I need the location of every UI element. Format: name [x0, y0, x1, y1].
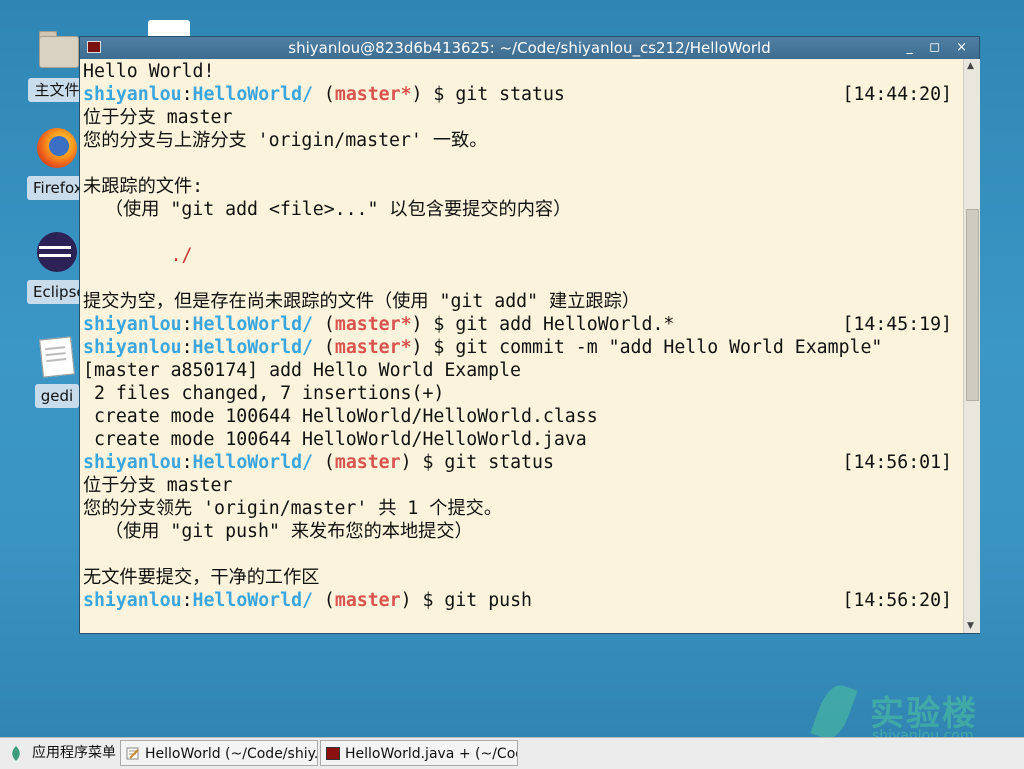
- terminal-line: ./: [170, 245, 193, 266]
- terminal-window[interactable]: shiyanlou@823d6b413625: ~/Code/shiyanlou…: [80, 37, 980, 633]
- folder-icon: [35, 28, 79, 72]
- taskbar-task-terminal[interactable]: HelloWorld.java + (~/Cod...: [320, 740, 518, 766]
- terminal-line: 位于分支 master: [83, 107, 233, 128]
- terminal-icon: [326, 747, 340, 760]
- timestamp: [14:45:19]: [842, 314, 953, 335]
- firefox-icon: [35, 126, 79, 170]
- terminal-icon: [87, 41, 101, 53]
- terminal-line: [master a850174] add Hello World Example: [83, 360, 521, 381]
- leaf-icon: [810, 680, 858, 744]
- app-menu-icon: [12, 746, 20, 761]
- prompt-line: shiyanlou:HelloWorld/ (master) $ git sta…: [83, 452, 953, 473]
- terminal-line: 位于分支 master: [83, 475, 233, 496]
- timestamp: [14:56:01]: [842, 452, 953, 473]
- window-controls[interactable]: _ ◻ ×: [907, 37, 973, 59]
- scroll-down-icon[interactable]: ▼: [967, 621, 974, 631]
- taskbar-task-gedit[interactable]: HelloWorld (~/Code/shiy...: [120, 740, 318, 766]
- terminal-line: create mode 100644 HelloWorld/HelloWorld…: [83, 429, 587, 450]
- terminal-line: 您的分支领先 'origin/master' 共 1 个提交。: [83, 498, 503, 519]
- taskbar: 应用程序菜单 HelloWorld (~/Code/shiy... HelloW…: [0, 737, 1024, 769]
- eclipse-icon: [35, 230, 79, 274]
- terminal-line: create mode 100644 HelloWorld/HelloWorld…: [83, 406, 598, 427]
- terminal-line: （使用 "git add <file>..." 以包含要提交的内容）: [83, 199, 572, 220]
- desktop-icon-home[interactable]: 主文件: [27, 28, 87, 102]
- desktop-icon-gedit[interactable]: gedi: [27, 334, 87, 408]
- desktop-icon-eclipse[interactable]: Eclipse: [27, 230, 92, 304]
- prompt-line: shiyanlou:HelloWorld/ (master*) $ git ad…: [83, 314, 953, 335]
- terminal-line: 2 files changed, 7 insertions(+): [83, 383, 445, 404]
- vertical-scrollbar[interactable]: ▲ ▼: [963, 59, 980, 633]
- prompt-line: shiyanlou:HelloWorld/ (master) $ git pus…: [83, 590, 953, 611]
- prompt-line: shiyanlou:HelloWorld/ (master*) $ git st…: [83, 84, 953, 105]
- terminal-line: （使用 "git push" 来发布您的本地提交）: [83, 521, 473, 542]
- terminal-line: Hello World!: [83, 61, 215, 82]
- terminal-line: 未跟踪的文件:: [83, 176, 204, 197]
- gedit-icon: [35, 334, 79, 378]
- gedit-icon: [126, 747, 139, 760]
- terminal-line: 无文件要提交，干净的工作区: [83, 567, 320, 588]
- scroll-up-icon[interactable]: ▲: [967, 61, 974, 71]
- scrollbar-thumb[interactable]: [966, 209, 979, 401]
- window-title: shiyanlou@823d6b413625: ~/Code/shiyanlou…: [288, 39, 771, 57]
- terminal-line: 提交为空，但是存在尚未跟踪的文件（使用 "git add" 建立跟踪）: [83, 291, 640, 312]
- prompt-line: shiyanlou:HelloWorld/ (master*) $ git co…: [83, 337, 883, 358]
- desktop-icon-label: 主文件: [28, 78, 86, 102]
- desktop-icon-label: gedi: [34, 384, 80, 408]
- desktop-icon-firefox[interactable]: Firefox: [27, 126, 89, 200]
- terminal-line: 您的分支与上游分支 'origin/master' 一致。: [83, 130, 488, 151]
- timestamp: [14:44:20]: [842, 84, 953, 105]
- terminal-output[interactable]: Hello World! shiyanlou:HelloWorld/ (mast…: [83, 60, 963, 633]
- window-titlebar[interactable]: shiyanlou@823d6b413625: ~/Code/shiyanlou…: [80, 37, 979, 59]
- applications-menu-button[interactable]: 应用程序菜单: [0, 740, 118, 766]
- timestamp: [14:56:20]: [842, 590, 953, 611]
